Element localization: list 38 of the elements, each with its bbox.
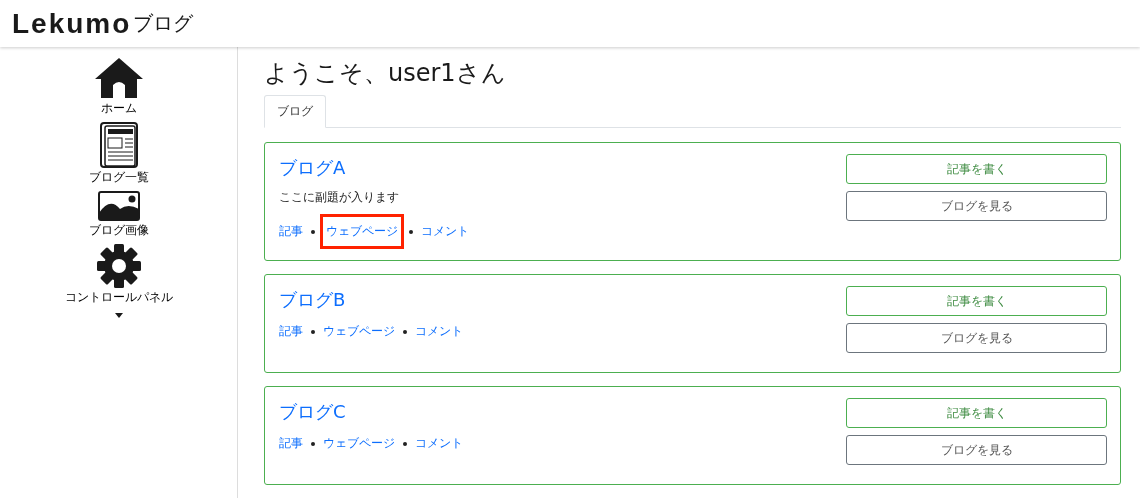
sidebar-item[interactable]: ブログ一覧 [88,170,149,185]
link[interactable]: ウェブページ [320,430,398,457]
separator-dot [403,441,407,446]
link[interactable]: 記事 [276,318,306,345]
link[interactable]: コメント [412,430,466,457]
view-blog-button[interactable]: ブログを見る [846,435,1107,465]
write-article-button[interactable]: 記事を書く [846,154,1107,184]
house-icon [93,57,144,99]
caret-icon[interactable] [114,313,123,318]
separator-dot [403,329,407,334]
separator-dot [311,229,315,234]
blog-name[interactable]: ブログB [279,288,463,312]
logo-suffix: ブログ [133,10,194,37]
view-blog-button[interactable]: ブログを見る [846,191,1107,221]
link[interactable]: コメント [418,218,472,245]
link[interactable]: コメント [412,318,466,345]
welcome-title: ようこそ、user1さん [264,58,507,89]
separator-dot [311,441,315,446]
gear-icon [96,244,141,288]
write-article-button[interactable]: 記事を書く [846,398,1107,428]
separator-dot [311,329,315,334]
highlighted-link[interactable]: ウェブページ [320,214,404,249]
blog-subtitle: ここに副題が入ります [279,189,399,206]
separator-dot [409,229,413,234]
link[interactable]: ウェブページ [320,318,398,345]
logo: Lekumo [12,7,132,40]
picture-icon [97,191,140,221]
view-blog-button[interactable]: ブログを見る [846,323,1107,353]
sidebar-item[interactable]: ブログ画像 [88,223,149,238]
newspaper-icon [99,122,138,168]
sidebar-item[interactable]: コントロールパネル [64,290,173,305]
tab[interactable]: ブログ [264,95,326,128]
blog-name[interactable]: ブログA [279,156,469,180]
blog-name[interactable]: ブログC [279,400,463,424]
link[interactable]: 記事 [276,218,306,245]
link[interactable]: 記事 [276,430,306,457]
write-article-button[interactable]: 記事を書く [846,286,1107,316]
sidebar-item[interactable]: ホーム [100,101,137,116]
